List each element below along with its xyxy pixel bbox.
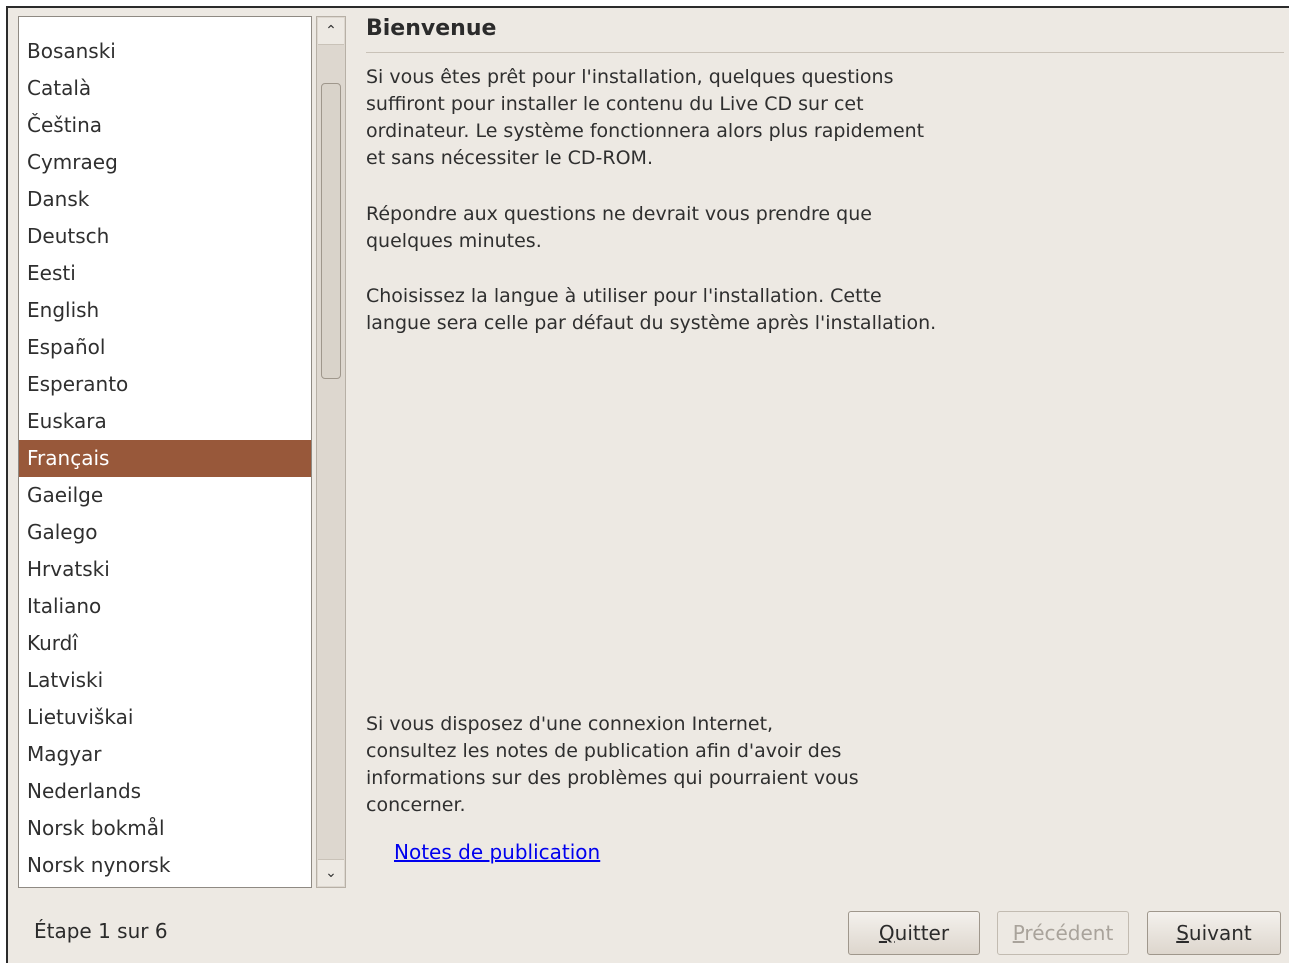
release-notes-paragraph: Si vous disposez d'une connexion Interne… (366, 713, 859, 816)
scroll-down-button[interactable]: ⌄ (318, 859, 344, 886)
quit-label: uitter (894, 921, 950, 945)
language-item[interactable]: Esperanto (19, 366, 311, 403)
language-list[interactable]: Bosanski Català Čeština Cymraeg Dansk Deutsch… (18, 16, 312, 888)
language-item[interactable]: Eesti (19, 255, 311, 292)
scroll-thumb[interactable] (321, 83, 341, 379)
language-item[interactable]: Galego (19, 514, 311, 551)
scroll-up-button[interactable]: ⌃ (318, 18, 344, 45)
language-item[interactable]: English (19, 292, 311, 329)
language-item[interactable]: Norsk nynorsk (19, 847, 311, 884)
quit-button[interactable]: Quitter (848, 911, 980, 955)
language-item[interactable]: Kurdî (19, 625, 311, 662)
language-item[interactable]: Čeština (19, 107, 311, 144)
language-item[interactable]: Català (19, 70, 311, 107)
language-item[interactable]: Magyar (19, 736, 311, 773)
language-items: Bosanski Català Čeština Cymraeg Dansk Deutsch… (19, 33, 311, 887)
language-item[interactable]: Polski (19, 884, 311, 887)
next-label: uivant (1188, 921, 1252, 945)
chevron-down-icon: ⌄ (325, 865, 337, 881)
language-item[interactable]: Cymraeg (19, 144, 311, 181)
language-item[interactable]: Hrvatski (19, 551, 311, 588)
page-title: Bienvenue (366, 16, 497, 41)
language-item[interactable]: Français (19, 440, 311, 477)
title-divider (366, 52, 1284, 53)
language-item[interactable]: Lietuviškai (19, 699, 311, 736)
language-item[interactable]: Euskara (19, 403, 311, 440)
intro-paragraph: Si vous êtes prêt pour l'installation, q… (366, 66, 925, 169)
language-item[interactable]: Gaeilge (19, 477, 311, 514)
chevron-up-icon: ⌃ (325, 23, 337, 39)
previous-label: récédent (1024, 921, 1114, 945)
language-item[interactable]: Dansk (19, 181, 311, 218)
language-item[interactable]: Bosanski (19, 33, 311, 70)
language-list-scrollbar[interactable]: ⌃ ⌄ (316, 16, 346, 888)
language-item[interactable]: Español (19, 329, 311, 366)
language-item[interactable]: Latviski (19, 662, 311, 699)
step-indicator: Étape 1 sur 6 (34, 919, 168, 943)
duration-paragraph: Répondre aux questions ne devrait vous p… (366, 203, 872, 252)
language-item[interactable]: Italiano (19, 588, 311, 625)
language-item[interactable]: Deutsch (19, 218, 311, 255)
previous-mnemonic: P (1012, 921, 1025, 945)
language-choice-paragraph: Choisissez la langue à utiliser pour l'i… (366, 285, 937, 334)
language-item[interactable]: Nederlands (19, 773, 311, 810)
next-mnemonic: S (1176, 921, 1189, 945)
next-button[interactable]: Suivant (1147, 911, 1281, 955)
installer-window: Bosanski Català Čeština Cymraeg Dansk Deutsch… (6, 6, 1289, 963)
release-notes-link[interactable]: Notes de publication (394, 840, 600, 864)
language-item[interactable]: Norsk bokmål (19, 810, 311, 847)
quit-mnemonic: Q (878, 921, 895, 945)
previous-button[interactable]: Précédent (997, 911, 1129, 955)
